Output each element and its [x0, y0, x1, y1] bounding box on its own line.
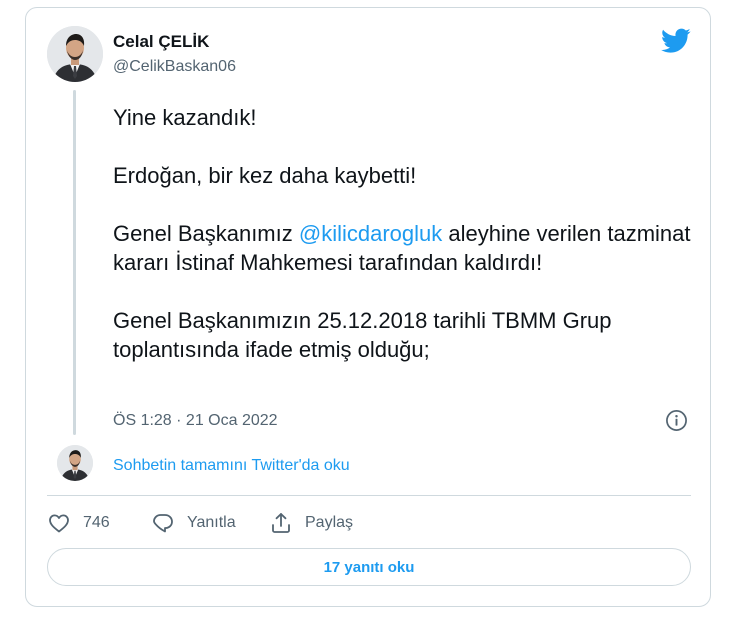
tweet-line-3: Genel Başkanımız @kilicdarogluk aleyhine…: [113, 219, 693, 277]
author-handle[interactable]: @CelikBaskan06: [113, 58, 236, 76]
divider: [47, 495, 691, 496]
like-count: 746: [83, 514, 110, 531]
tweet-text: Yine kazandık! Erdoğan, bir kez daha kay…: [113, 103, 693, 364]
share-icon: [269, 511, 293, 535]
info-icon[interactable]: [665, 409, 688, 432]
tweet-card: Celal ÇELİK @CelikBaskan06 Yine kazandık…: [25, 7, 711, 607]
tweet-line-1: Yine kazandık!: [113, 105, 257, 130]
thread-line: [73, 90, 76, 435]
like-button[interactable]: 746: [47, 511, 151, 535]
mention-link[interactable]: @kilicdarogluk: [299, 221, 442, 246]
reply-bubble-icon: [151, 511, 175, 535]
share-button[interactable]: Paylaş: [269, 511, 353, 535]
tweet-line-4: Genel Başkanımızın 25.12.2018 tarihli TB…: [113, 308, 612, 362]
author-avatar[interactable]: [47, 26, 103, 82]
action-bar: 746 Yanıtla Paylaş: [47, 508, 353, 538]
reply-button[interactable]: Yanıtla: [151, 511, 269, 535]
heart-icon: [47, 511, 71, 535]
read-replies-button[interactable]: 17 yanıtı oku: [47, 548, 691, 586]
read-conversation-link[interactable]: Sohbetin tamamını Twitter'da oku: [113, 457, 350, 475]
author-name[interactable]: Celal ÇELİK: [113, 32, 209, 52]
tweet-line-2: Erdoğan, bir kez daha kaybetti!: [113, 163, 417, 188]
thread-avatar[interactable]: [57, 445, 93, 481]
share-label: Paylaş: [305, 514, 354, 531]
twitter-bird-icon[interactable]: [661, 28, 691, 54]
tweet-timestamp[interactable]: ÖS 1:28 · 21 Oca 2022: [113, 412, 278, 430]
tweet-line-3-start: Genel Başkanımız: [113, 221, 299, 246]
reply-label: Yanıtla: [187, 514, 236, 531]
